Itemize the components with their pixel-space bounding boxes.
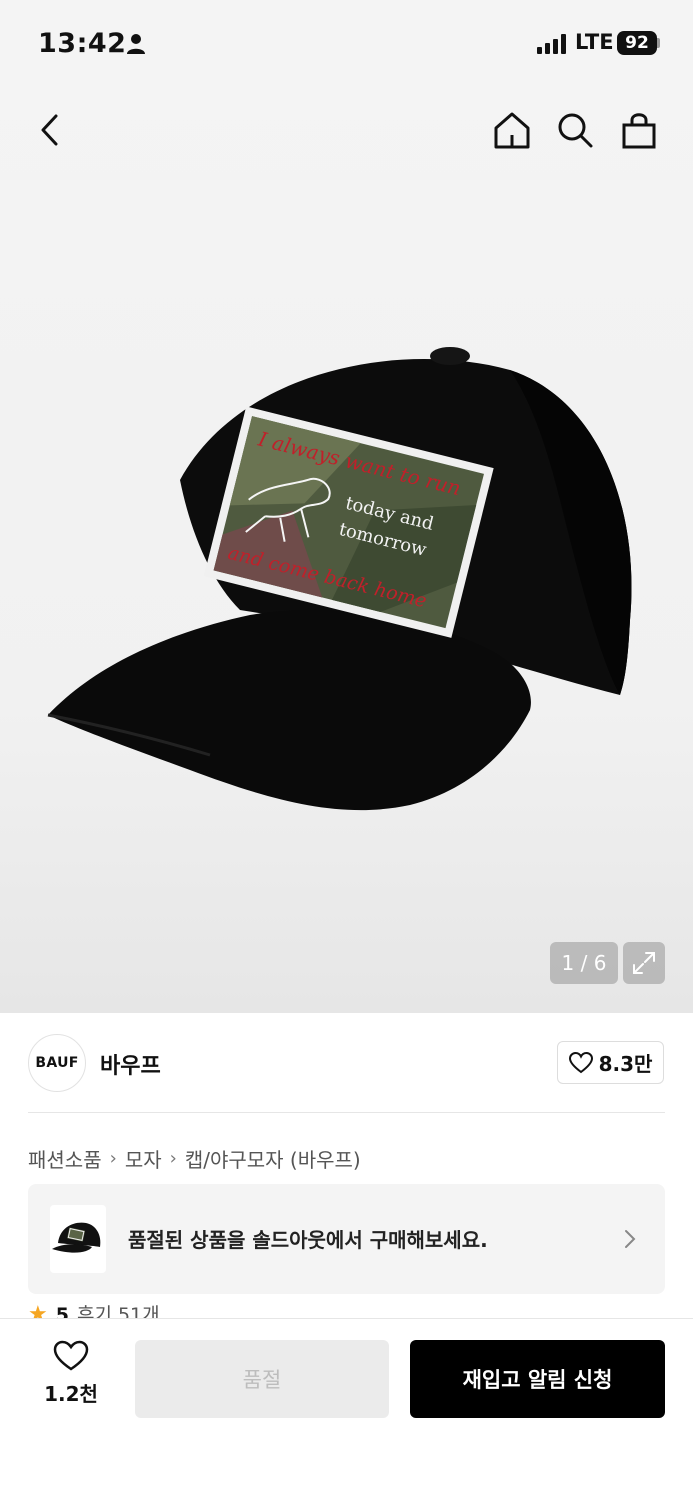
home-icon [494, 112, 530, 149]
expand-button[interactable] [623, 942, 665, 984]
person-icon [127, 34, 145, 54]
brand-logo[interactable]: BAUF [28, 1034, 86, 1092]
heart-icon [568, 1051, 593, 1073]
breadcrumb-item[interactable]: 캡/야구모자 (바우프) [185, 1144, 361, 1173]
signal-icon [537, 34, 566, 54]
heart-icon [53, 1340, 89, 1371]
status-bar: 13:42 LTE 92 [0, 0, 693, 90]
wishlist-button[interactable]: 1.2천 [40, 1340, 102, 1420]
breadcrumb-item[interactable]: 모자 [125, 1144, 162, 1173]
battery-cap [657, 38, 660, 48]
soldout-button: 품절 [135, 1340, 389, 1418]
search-button[interactable] [553, 108, 597, 152]
battery-indicator: 92 [617, 31, 657, 55]
brand-like-button[interactable]: 8.3만 [557, 1041, 664, 1084]
chevron-right-icon: › [169, 1148, 177, 1169]
network-type: LTE [575, 30, 614, 54]
expand-icon [633, 952, 655, 974]
divider [28, 1112, 665, 1113]
breadcrumb-item[interactable]: 패션소품 [28, 1144, 102, 1173]
search-icon [558, 113, 593, 148]
chevron-right-icon: › [109, 1148, 117, 1169]
brand-name[interactable]: 바우프 [100, 1048, 161, 1080]
home-button[interactable] [490, 108, 534, 152]
breadcrumb: 패션소품 › 모자 › 캡/야구모자 (바우프) [28, 1144, 361, 1173]
soldout-notice-text: 품절된 상품을 솔드아웃에서 구매해보세요. [128, 1228, 488, 1252]
back-icon [41, 114, 58, 146]
cart-button[interactable] [617, 108, 661, 152]
back-button[interactable] [28, 108, 72, 152]
product-photo: I always want to run today and tomorrow … [47, 347, 632, 811]
image-counter: 1 / 6 [550, 942, 618, 984]
chevron-right-icon [625, 1230, 636, 1248]
status-time: 13:42 [38, 28, 127, 59]
brand-like-count: 8.3만 [598, 1052, 653, 1076]
soldout-thumbnail [50, 1205, 106, 1273]
soldout-notice-card[interactable]: 품절된 상품을 솔드아웃에서 구매해보세요. [28, 1184, 665, 1294]
wishlist-count: 1.2천 [44, 1382, 98, 1406]
cart-icon [622, 113, 656, 149]
restock-alert-button[interactable]: 재입고 알림 신청 [410, 1340, 665, 1418]
